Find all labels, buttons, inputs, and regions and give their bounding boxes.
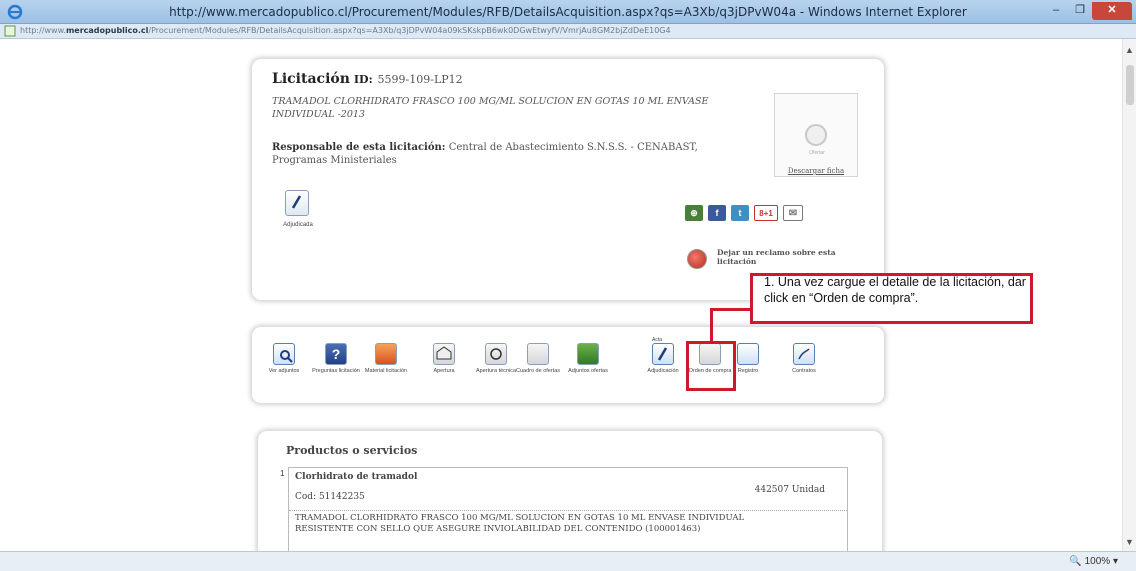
adjudicada-label: Adjudicada [283, 222, 313, 228]
licitacion-description: TRAMADOL CLORHIDRATO FRASCO 100 MG/ML SO… [272, 96, 709, 120]
url-domain: mercadopublico.cl [65, 26, 149, 35]
url-prefix: http://www. [20, 26, 66, 35]
toolbar-label: Contratos [792, 368, 816, 374]
toolbar-label: Material licitación [364, 368, 408, 374]
annotation-connector [710, 308, 752, 311]
adjudicacion-icon [652, 343, 674, 365]
google-plus-icon[interactable]: 8+1 [754, 205, 778, 221]
status-bar: 🔍 100% ▾ [0, 551, 1136, 571]
share-icon[interactable]: ⊕ [685, 205, 703, 221]
url-path: /Procurement/Modules/RFB/DetailsAcquisit… [148, 26, 671, 35]
licitacion-id-value: 5599-109-LP12 [377, 73, 463, 86]
action-toolbar-card: Ver adjuntos ? Preguntas licitación Mate… [252, 327, 884, 403]
mail-icon[interactable]: ✉ [783, 205, 803, 221]
vertical-scrollbar[interactable]: ▲ ▼ [1122, 39, 1136, 551]
toolbar-label: Adjuntos ofertas [568, 368, 608, 374]
maximize-button[interactable]: ❐ [1068, 2, 1092, 20]
licitacion-card: Licitación ID: 5599-109-LP12 TRAMADOL CLO… [252, 59, 884, 300]
toolbar-label: Ver adjuntos [268, 368, 300, 374]
window-titlebar: http://www.mercadopublico.cl/Procurement… [0, 0, 1136, 24]
scroll-down-icon[interactable]: ▼ [1125, 537, 1134, 547]
product-code: Cod: 51142235 [295, 492, 365, 502]
ficha-placeholder-label: Ofertar [809, 150, 825, 156]
toolbar-label: Apertura [433, 368, 455, 374]
attachment-offers-icon [577, 343, 599, 365]
productos-title: Productos o servicios [286, 444, 418, 457]
address-bar[interactable]: http://www.mercadopublico.cl/Procurement… [0, 24, 1136, 39]
close-button[interactable]: ✕ [1092, 2, 1132, 20]
toolbar-adjuntos-ofertas[interactable]: Adjuntos ofertas [558, 343, 618, 374]
adjudicada-status-icon [285, 190, 309, 216]
scroll-thumb[interactable] [1126, 65, 1134, 105]
social-share-bar: ⊕ f t 8+1 ✉ [685, 205, 803, 221]
scroll-up-icon[interactable]: ▲ [1125, 45, 1134, 55]
twitter-icon[interactable]: t [731, 205, 749, 221]
responsable: Responsable de esta licitación: Central … [272, 141, 732, 167]
toolbar-ver-adjuntos[interactable]: Ver adjuntos [254, 343, 314, 374]
open-envelope-icon [433, 343, 455, 365]
toolbar-apertura[interactable]: Apertura [414, 343, 474, 374]
checkmark-icon [291, 195, 302, 209]
toolbar-contratos[interactable]: Contratos [774, 343, 834, 374]
productos-card: Productos o servicios 1 Clorhidrato de t… [258, 431, 882, 571]
attachment-search-icon [273, 343, 295, 365]
licitacion-heading: Licitación ID: 5599-109-LP12 [272, 71, 463, 87]
toolbar-material[interactable]: Material licitación [356, 343, 416, 374]
registro-icon [737, 343, 759, 365]
facebook-icon[interactable]: f [708, 205, 726, 221]
acta-tag: Acta [652, 337, 663, 343]
licitacion-id-label: ID: [353, 73, 373, 86]
licitacion-title: Licitación [272, 71, 350, 87]
reclamo-link[interactable]: Dejar un reclamo sobre esta licitación [717, 248, 857, 266]
grid-icon [527, 343, 549, 365]
technical-opening-icon [485, 343, 507, 365]
address-url[interactable]: http://www.mercadopublico.cl/Procurement… [20, 26, 671, 35]
window-title: http://www.mercadopublico.cl/Procurement… [169, 5, 967, 19]
window-controls: – ❐ ✕ [1044, 2, 1132, 20]
ficha-thumbnail[interactable]: Ofertar [774, 93, 858, 177]
ofertar-icon [805, 124, 827, 146]
product-description: TRAMADOL CLORHIDRATO FRASCO 100 MG/ML SO… [295, 513, 745, 534]
product-name: Clorhidrato de tramadol [295, 472, 418, 482]
product-quantity: 442507 Unidad [754, 485, 825, 495]
reclamo-icon[interactable] [687, 249, 707, 269]
descargar-ficha-link[interactable]: Descargar ficha [772, 167, 860, 175]
minimize-button[interactable]: – [1044, 2, 1068, 20]
contratos-icon [793, 343, 815, 365]
question-icon: ? [325, 343, 347, 365]
product-item-number: 1 [280, 469, 285, 478]
zoom-level[interactable]: 🔍 100% ▾ [1069, 556, 1118, 567]
material-icon [375, 343, 397, 365]
annotation-text: 1. Una vez cargue el detalle de la licit… [764, 275, 1026, 305]
orden-compra-highlight [686, 341, 736, 391]
responsable-label: Responsable de esta licitación: [272, 142, 446, 153]
annotation-connector-vertical [710, 308, 713, 342]
page-icon [4, 25, 16, 37]
product-divider [289, 510, 847, 511]
